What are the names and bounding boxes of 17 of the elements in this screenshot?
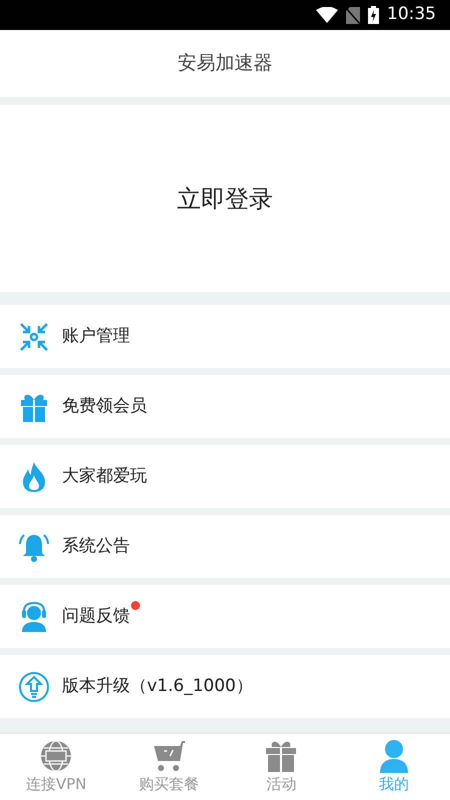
login-link[interactable]: 立即登录 <box>177 180 273 216</box>
menu-item[interactable]: 免费领会员 <box>62 396 147 416</box>
menu-item[interactable]: 账户管理 <box>62 326 130 346</box>
menu-item[interactable]: 问题反馈 <box>62 606 130 626</box>
menu-item[interactable]: 大家都爱玩 <box>62 466 147 486</box>
menu-item[interactable]: 版本升级（v1.6_1000） <box>62 676 253 696</box>
wifi-icon <box>316 7 338 23</box>
menu-item[interactable]: 系统公告 <box>62 536 130 556</box>
no-sim-icon <box>346 6 360 24</box>
arrows-icon <box>18 320 50 352</box>
upgrade-icon <box>18 670 50 702</box>
app-title: 安易加速器 <box>178 51 272 76</box>
battery-icon <box>368 6 379 24</box>
gift-icon <box>264 738 298 773</box>
clock-time: 10:35 <box>387 3 436 26</box>
cart-icon <box>152 738 186 773</box>
globe-icon <box>39 738 74 773</box>
